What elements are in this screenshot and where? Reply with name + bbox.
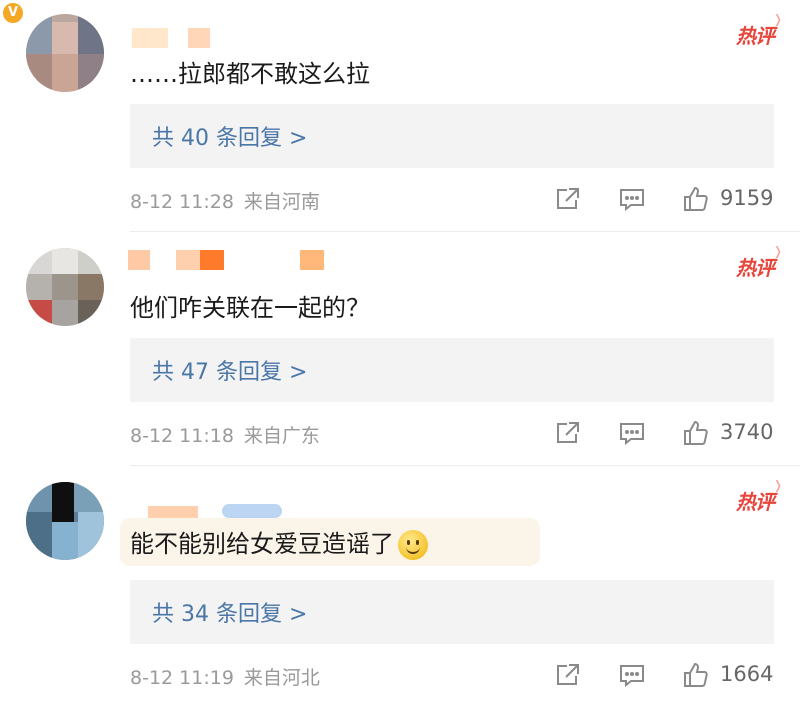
comment-meta: 8-12 11:28 来自河南 [130,187,320,214]
share-icon[interactable] [554,661,582,689]
reply-count-label[interactable]: 共 47 条回复 > [152,354,307,386]
like-icon[interactable] [682,419,710,447]
smile-emoji-icon [398,530,428,560]
flame-icon: ❭ [772,12,783,26]
username-redacted[interactable] [128,246,328,272]
action-bar: 9159 [554,183,778,215]
comment-item: 热评 ❭ 他们咋关联在一起的？ 共 47 条回复 > 8-12 11:18 来自广东… [0,232,800,466]
comment-text: ……拉郎都不敢这么拉 [130,60,370,88]
comment-item: 热评 ❭ 能不能别给女爱豆造谣了 共 34 条回复 > 8-12 11:19 来自河… [0,466,800,705]
share-icon[interactable] [554,419,582,447]
avatar[interactable] [26,248,104,326]
share-icon[interactable] [554,185,582,213]
reply-thread-link[interactable]: 共 34 条回复 > [130,580,774,644]
timestamp: 8-12 11:19 [130,667,234,689]
hot-comment-badge: 热评 ❭ [736,244,783,280]
reply-icon[interactable] [618,419,646,447]
comment-text: 能不能别给女爱豆造谣了 [130,528,428,560]
hot-comment-badge: 热评 ❭ [736,478,783,514]
reply-icon[interactable] [618,185,646,213]
reply-count-label[interactable]: 共 34 条回复 > [152,596,307,628]
location: 来自河南 [243,191,320,213]
username-redacted[interactable] [128,24,228,50]
verified-badge: V [0,0,26,26]
comment-text: 他们咋关联在一起的？ [130,294,370,322]
reply-count-label[interactable]: 共 40 条回复 > [152,120,307,152]
location: 来自广东 [243,425,320,447]
timestamp: 8-12 11:28 [130,191,234,213]
like-count: 9159 [720,186,774,210]
avatar[interactable] [26,482,104,560]
flame-icon: ❭ [772,478,783,492]
reply-icon[interactable] [618,661,646,689]
comment-meta: 8-12 11:18 来自广东 [130,421,320,448]
location: 来自河北 [243,667,320,689]
comment-item: 热评 ❭ ……拉郎都不敢这么拉 共 40 条回复 > 8-12 11:28 来自河南… [0,0,800,232]
timestamp: 8-12 11:18 [130,425,234,447]
flame-icon: ❭ [772,244,783,258]
action-bar: 3740 [554,417,778,449]
like-icon[interactable] [682,661,710,689]
like-icon[interactable] [682,185,710,213]
comment-text-body: 能不能别给女爱豆造谣了 [130,530,394,558]
hot-comment-badge: 热评 ❭ [736,12,783,48]
reply-thread-link[interactable]: 共 47 条回复 > [130,338,774,402]
avatar[interactable] [26,14,104,92]
action-bar: 1664 [554,659,778,691]
like-count: 3740 [720,420,774,444]
comment-meta: 8-12 11:19 来自河北 [130,663,320,690]
reply-thread-link[interactable]: 共 40 条回复 > [130,104,774,168]
like-count: 1664 [720,662,774,686]
